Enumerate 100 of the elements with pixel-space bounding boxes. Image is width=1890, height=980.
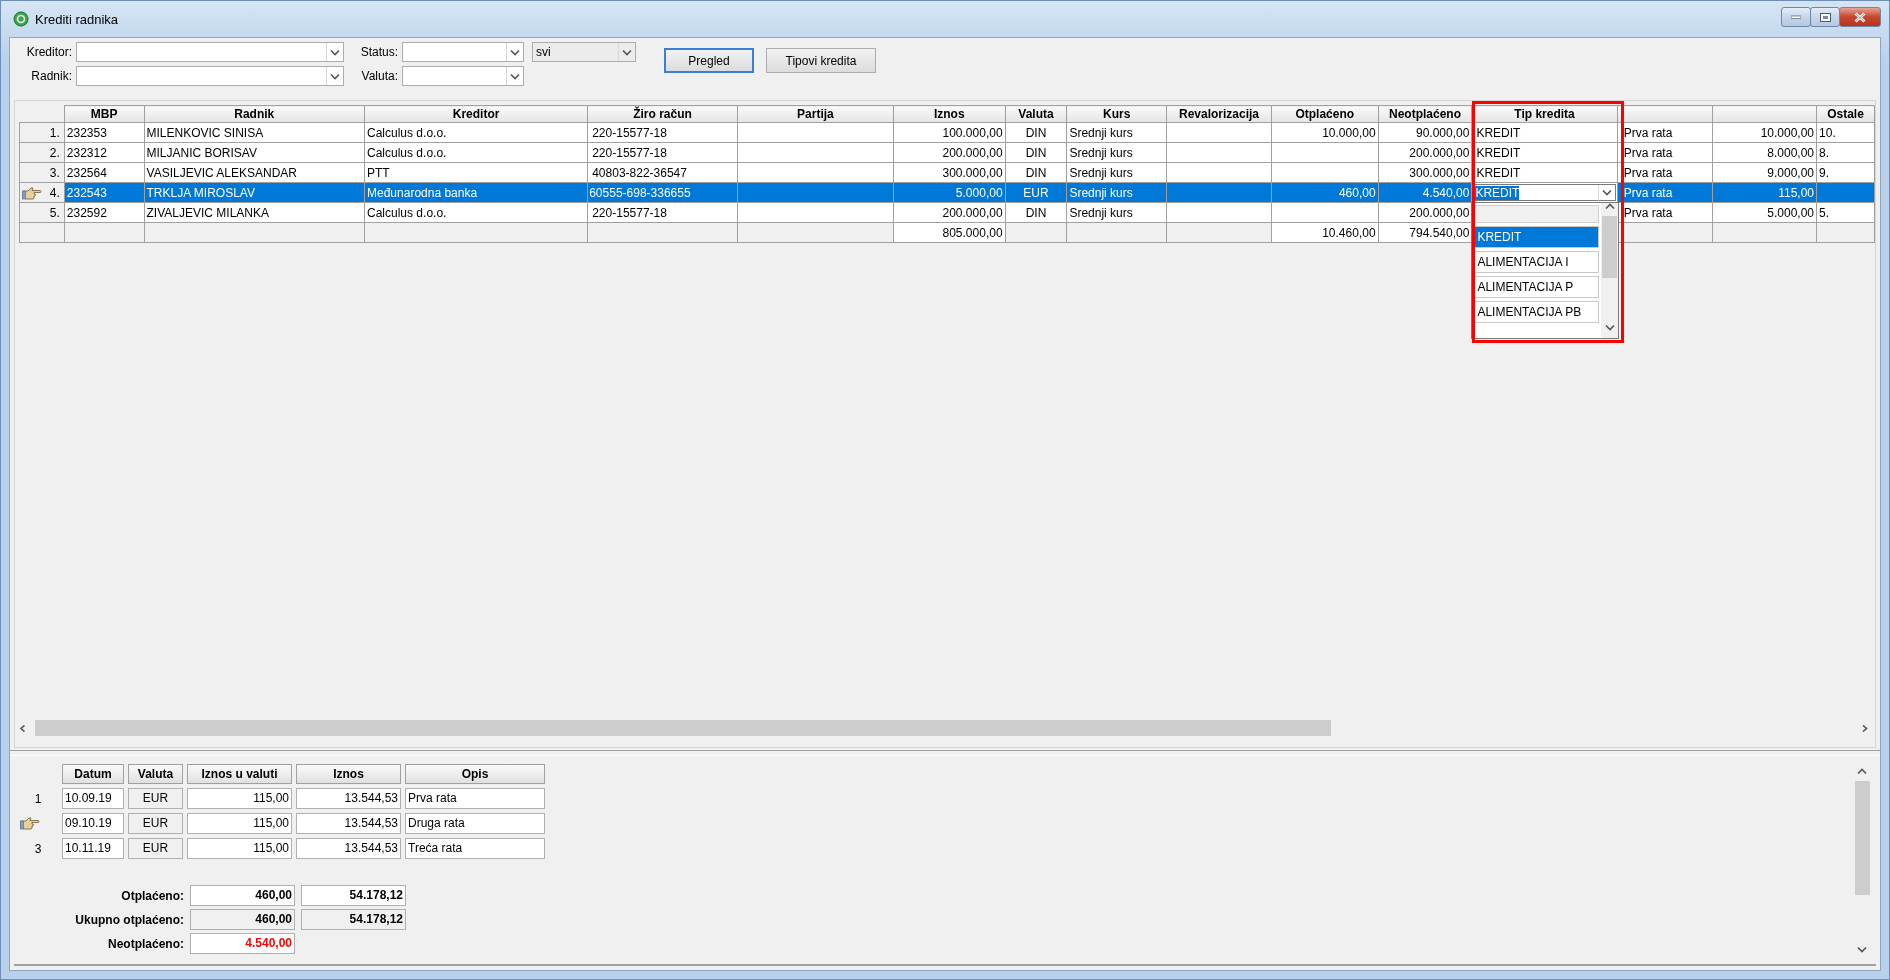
- filter-label: Status:: [359, 45, 398, 59]
- summary-value: 460,00: [190, 885, 295, 906]
- table-cell: EUR: [128, 813, 183, 834]
- column-header[interactable]: Kreditor: [364, 105, 588, 123]
- summary-value: 54.178,12: [301, 885, 406, 906]
- table-cell: 200.000,00: [1409, 205, 1470, 220]
- scroll-right-icon[interactable]: [1861, 724, 1871, 732]
- table-cell: 100.000,00: [942, 125, 1003, 140]
- table-cell: 115,00: [1778, 185, 1815, 200]
- minimize-button[interactable]: [1781, 7, 1811, 27]
- row-number: 5.: [49, 205, 60, 220]
- column-header[interactable]: Otplaćeno: [1271, 105, 1379, 123]
- column-header[interactable]: Žiro račun: [587, 105, 738, 123]
- table-cell: VASILJEVIC ALEKSANDAR: [146, 165, 298, 180]
- table-cell: 232592: [66, 205, 107, 220]
- table-cell: 8.000,00: [1767, 145, 1815, 160]
- summary-label: Otplaćeno:: [120, 888, 184, 903]
- table-cell: DIN: [1025, 125, 1047, 140]
- column-header[interactable]: MBP: [64, 105, 144, 123]
- table-row[interactable]: 1. 232353 MILENKOVIC SINISA Calculus d.o.o. 220-15577-18 100.000,00 DIN Srednji kurs 10.000,00 90.000,00 KREDIT Prva rata 10.000,00 10.: [19, 122, 1875, 143]
- column-header[interactable]: Radnik: [144, 105, 365, 123]
- table-cell: 5.000,00: [955, 185, 1003, 200]
- table-cell: MILJANIC BORISAV: [146, 145, 257, 160]
- column-header[interactable]: Valuta: [1005, 105, 1067, 123]
- summary-value: 54.178,12: [301, 909, 406, 930]
- scroll-up-icon[interactable]: [1857, 768, 1867, 775]
- table-row[interactable]: 2. 232312 MILJANIC BORISAV Calculus d.o.o. 220-15577-18 200.000,00 DIN Srednji kurs 200.000,00 KREDIT Prva rata 8.000,00 8.: [19, 142, 1875, 163]
- app-icon: [13, 11, 29, 27]
- table-row[interactable]: 3. 232564 VASILJEVIC ALEKSANDAR PTT 40803-822-36547 300.000,00 DIN Srednji kurs 300.000,00 KREDIT Prva rata 9.000,00 9.: [19, 162, 1875, 183]
- row-number: 3.: [49, 165, 60, 180]
- column-header[interactable]: [1617, 105, 1713, 123]
- table-cell: KREDIT: [1476, 125, 1521, 140]
- table-cell: 460,00: [1338, 185, 1376, 200]
- dropdown-item[interactable]: ALIMENTACIJA I: [1474, 251, 1600, 273]
- scroll-down-icon[interactable]: [1604, 324, 1615, 331]
- table-cell: 13.544,53: [296, 788, 401, 809]
- table-cell: 115,00: [187, 788, 292, 809]
- column-header[interactable]: Iznos: [296, 764, 401, 784]
- close-icon: [1854, 11, 1866, 23]
- table-cell: Srednji kurs: [1069, 205, 1133, 220]
- row-number: 1.: [49, 125, 60, 140]
- table-cell: Srednji kurs: [1069, 125, 1133, 140]
- table-cell: 09.10.19: [62, 813, 124, 834]
- column-header[interactable]: Kurs: [1066, 105, 1167, 123]
- table-cell: 5.000,00: [1767, 205, 1815, 220]
- table-cell: KREDIT: [1476, 165, 1521, 180]
- table-cell: 232543: [66, 185, 107, 200]
- summary-label: Neotplaćeno:: [107, 936, 184, 951]
- table-cell: Treća rata: [405, 838, 545, 859]
- table-row[interactable]: 5. 232592 ZIVALJEVIC MILANKA Calculus d.o.o. 220-15577-18 200.000,00 DIN Srednji kurs 200.000,00 Prva rata 5.000,00 5.: [19, 202, 1875, 223]
- table-cell: Srednji kurs: [1069, 165, 1133, 180]
- dropdown-item[interactable]: ALIMENTACIJA P: [1474, 276, 1600, 298]
- column-header[interactable]: Valuta: [128, 764, 183, 784]
- table-cell: Srednji kurs: [1069, 185, 1133, 200]
- table-cell: 200.000,00: [942, 205, 1003, 220]
- row-number: 2.: [49, 145, 60, 160]
- table-cell: Prva rata: [405, 788, 545, 809]
- table-cell: Prva rata: [1623, 205, 1673, 220]
- scroll-up-icon[interactable]: [1604, 203, 1615, 210]
- column-header[interactable]: Ostale: [1816, 105, 1875, 123]
- table-cell: Calculus d.o.o.: [367, 125, 447, 140]
- column-header[interactable]: Neotplaćeno: [1378, 105, 1472, 123]
- toolbar-button[interactable]: Tipovi kredita: [766, 48, 876, 73]
- summary-value: 4.540,00: [190, 933, 295, 954]
- maximize-button[interactable]: [1810, 7, 1840, 27]
- dropdown-item[interactable]: ALIMENTACIJA PB: [1474, 301, 1600, 323]
- table-cell: DIN: [1025, 145, 1047, 160]
- summary-value: 460,00: [190, 909, 295, 930]
- table-cell: 40803-822-36547: [592, 165, 687, 180]
- type-editor-field[interactable]: KREDIT: [1473, 184, 1616, 201]
- table-cell: 232564: [66, 165, 107, 180]
- column-header[interactable]: Iznos u valuti: [187, 764, 292, 784]
- row-number: 1: [34, 791, 42, 806]
- column-header[interactable]: Opis: [405, 764, 545, 784]
- table-cell: 232312: [66, 145, 107, 160]
- close-button[interactable]: [1839, 7, 1881, 27]
- table-cell: 200.000,00: [1409, 145, 1470, 160]
- summary-label: Ukupno otplaćeno:: [74, 912, 184, 927]
- table-cell: 90.000,00: [1416, 125, 1470, 140]
- status-scope-dropdown[interactable]: svi: [532, 42, 636, 62]
- table-cell: Međunarodna banka: [367, 185, 478, 200]
- table-cell: 4.540,00: [1422, 185, 1470, 200]
- toolbar-button[interactable]: Pregled: [664, 48, 754, 73]
- dropdown-item[interactable]: KREDIT: [1474, 226, 1600, 248]
- table-cell: 10.09.19: [62, 788, 124, 809]
- table-cell: 200.000,00: [942, 145, 1003, 160]
- table-cell: Prva rata: [1623, 145, 1673, 160]
- column-header[interactable]: Datum: [62, 764, 124, 784]
- table-cell: Prva rata: [1623, 165, 1673, 180]
- column-header[interactable]: Partija: [737, 105, 894, 123]
- scroll-down-icon[interactable]: [1857, 946, 1867, 953]
- minimize-icon: [1791, 15, 1801, 19]
- table-cell: 232353: [66, 125, 107, 140]
- table-cell: 220-15577-18: [592, 125, 667, 140]
- filter-label: Kreditor:: [25, 45, 72, 59]
- list-scrollbar[interactable]: [1601, 203, 1619, 338]
- column-header[interactable]: Iznos: [893, 105, 1006, 123]
- table-cell: EUR: [128, 838, 183, 859]
- table-cell: 115,00: [187, 838, 292, 859]
- column-header[interactable]: Revalorizacija: [1166, 105, 1272, 123]
